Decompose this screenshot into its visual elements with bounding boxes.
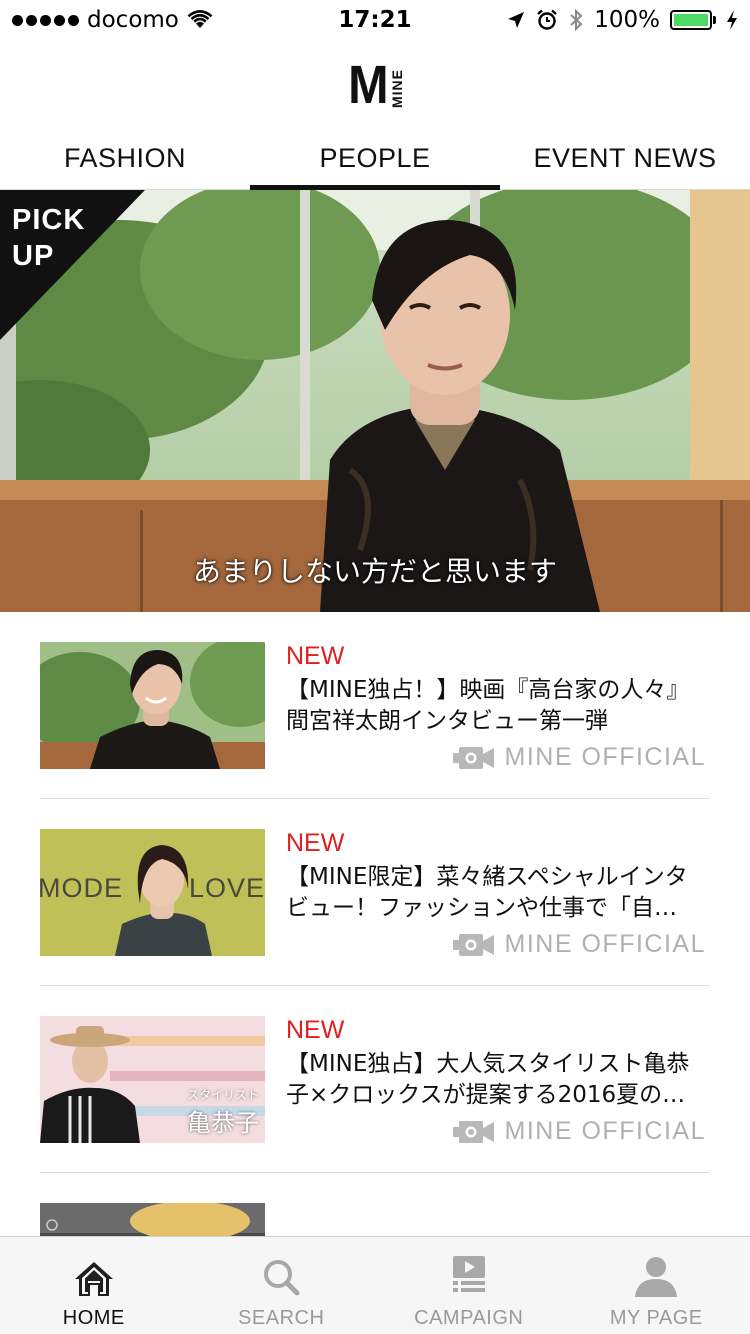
nav-my-page-label: MY PAGE bbox=[609, 1307, 703, 1329]
new-badge: NEW bbox=[286, 829, 345, 857]
new-badge: NEW bbox=[286, 1016, 345, 1044]
pickup-badge: PICK UP bbox=[0, 190, 145, 340]
thumb-stylist-label: スタイリスト bbox=[186, 1088, 259, 1102]
article-thumbnail: スタイリスト 亀恭子 bbox=[40, 1016, 265, 1143]
bottom-tab-bar: HOME SEARCH CAMPAIGN MY PAGE bbox=[0, 1236, 750, 1334]
article-thumbnail bbox=[40, 642, 265, 769]
battery-icon bbox=[670, 10, 716, 30]
status-bar: docomo 17:21 100% bbox=[0, 0, 750, 40]
home-icon bbox=[74, 1262, 113, 1296]
nav-campaign-label: CAMPAIGN bbox=[414, 1307, 524, 1329]
article-source: MINE OFFICIAL bbox=[452, 743, 706, 772]
nav-campaign[interactable]: CAMPAIGN bbox=[375, 1237, 563, 1334]
source-label: MINE OFFICIAL bbox=[504, 743, 706, 771]
pickup-badge-line1: PICK bbox=[12, 204, 86, 236]
article-source: MINE OFFICIAL bbox=[452, 1117, 706, 1146]
thumb-text-love: LOVE bbox=[188, 873, 265, 903]
nav-my-page[interactable]: MY PAGE bbox=[563, 1237, 750, 1334]
nav-home-label: HOME bbox=[62, 1307, 125, 1329]
nav-search[interactable]: SEARCH bbox=[188, 1237, 376, 1334]
tab-event-news[interactable]: EVENT NEWS bbox=[500, 128, 750, 189]
list-item[interactable]: NEW 【MINE独占！】映画『高台家の人々』間宮祥太朗インタビュー第一弾 MI… bbox=[40, 612, 710, 799]
location-arrow-icon bbox=[508, 12, 525, 28]
status-left: docomo bbox=[12, 7, 312, 33]
signal-strength-icon bbox=[12, 14, 79, 26]
logo-text: MINE bbox=[388, 69, 405, 108]
article-title[interactable]: 【MINE独占】大人気スタイリスト亀恭子×クロックスが提案する2016夏の… bbox=[286, 1049, 710, 1111]
bluetooth-icon bbox=[570, 8, 583, 32]
pickup-hero[interactable]: PICK UP あまりしない方だと思います bbox=[0, 190, 750, 612]
mine-logo[interactable]: M MINE bbox=[346, 55, 405, 115]
user-icon bbox=[635, 1257, 678, 1297]
tab-fashion[interactable]: FASHION bbox=[0, 128, 250, 189]
source-label: MINE OFFICIAL bbox=[504, 1117, 706, 1145]
tab-people[interactable]: PEOPLE bbox=[250, 128, 500, 190]
carrier-label: docomo bbox=[87, 7, 179, 33]
thumb-text-mode: MODE bbox=[40, 873, 123, 903]
thumb-stylist-name: 亀恭子 bbox=[187, 1109, 259, 1137]
status-right: 100% bbox=[506, 7, 738, 33]
article-thumbnail: MODE LOVE bbox=[40, 829, 265, 956]
charging-bolt-icon bbox=[727, 10, 737, 30]
article-title[interactable]: 【MINE独占！】映画『高台家の人々』間宮祥太朗インタビュー第一弾 bbox=[286, 675, 710, 737]
new-badge: NEW bbox=[286, 642, 345, 670]
video-camera-icon bbox=[452, 746, 494, 769]
campaign-icon bbox=[452, 1256, 485, 1292]
pickup-badge-line2: UP bbox=[12, 240, 55, 272]
hero-caption: あまりしない方だと思います bbox=[192, 555, 557, 588]
app-header: M MINE bbox=[0, 40, 750, 130]
article-title[interactable]: 【MINE限定】菜々緒スペシャルインタビュー！ファッションや仕事で「自… bbox=[286, 862, 710, 924]
alarm-clock-icon bbox=[537, 9, 558, 30]
source-label: MINE OFFICIAL bbox=[504, 930, 706, 958]
video-camera-icon bbox=[452, 1120, 494, 1143]
wifi-icon bbox=[187, 10, 213, 28]
nav-search-label: SEARCH bbox=[238, 1307, 325, 1329]
nav-home[interactable]: HOME bbox=[0, 1237, 188, 1334]
battery-percent: 100% bbox=[594, 7, 660, 33]
category-tabs: FASHION PEOPLE EVENT NEWS bbox=[0, 128, 750, 190]
video-camera-icon bbox=[452, 933, 494, 956]
article-source: MINE OFFICIAL bbox=[452, 930, 706, 959]
list-item[interactable]: MODE LOVE NEW 【MINE限定】菜々緒スペシャルインタビュー！ファッ… bbox=[40, 799, 710, 986]
article-list: NEW 【MINE独占！】映画『高台家の人々』間宮祥太朗インタビュー第一弾 MI… bbox=[0, 612, 750, 1334]
search-icon bbox=[264, 1260, 300, 1296]
logo-mark: M bbox=[348, 55, 388, 115]
list-item[interactable]: スタイリスト 亀恭子 NEW 【MINE独占】大人気スタイリスト亀恭子×クロック… bbox=[40, 986, 710, 1173]
